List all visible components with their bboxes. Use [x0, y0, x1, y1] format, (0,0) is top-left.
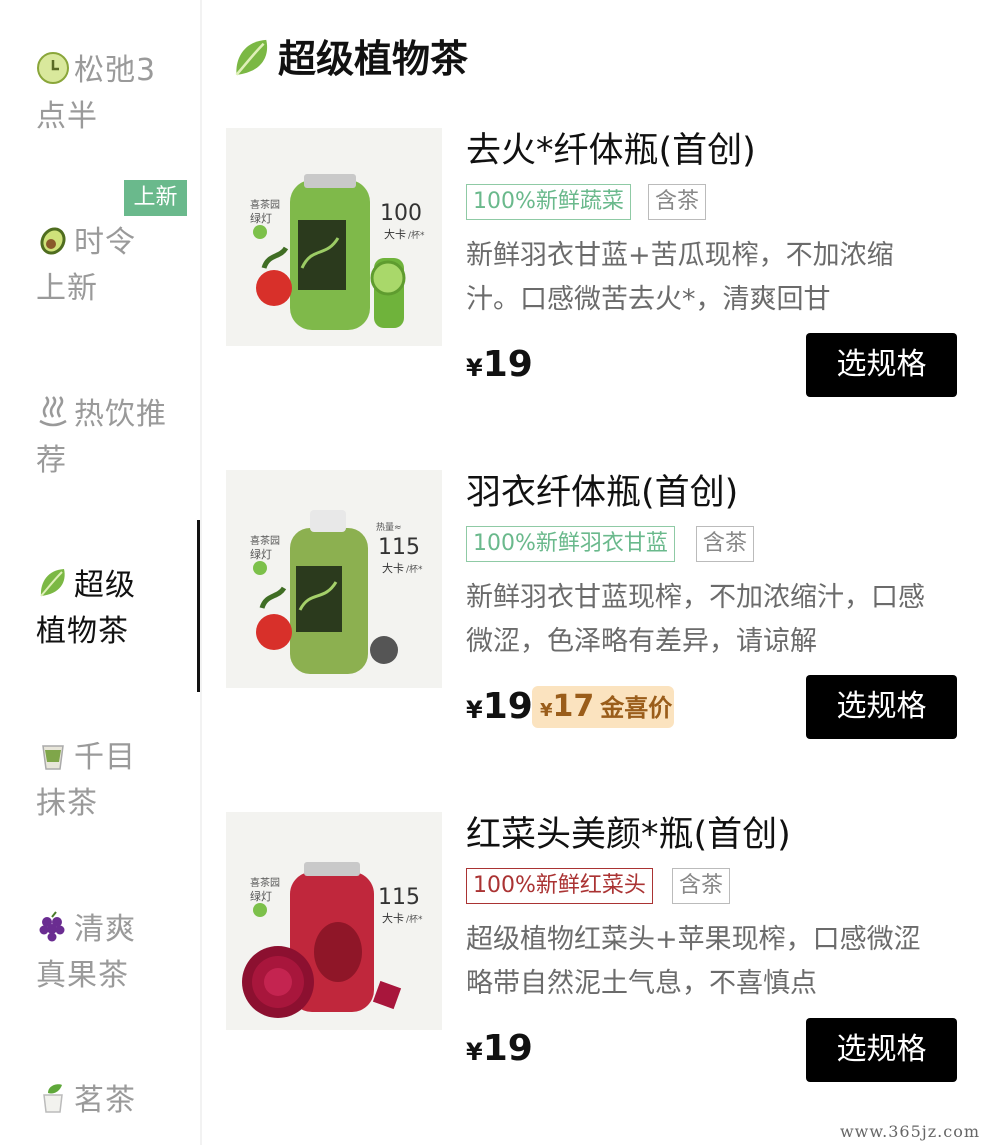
product-description-line1: 超级植物红菜头+苹果现榨，口感微涩: [466, 924, 921, 955]
sidebar-item-label-2: 点半: [36, 99, 98, 134]
product-description-line1: 新鲜羽衣甘蓝+苦瓜现榨，不加浓缩: [466, 240, 894, 271]
sidebar-item-label: 热饮推: [74, 397, 167, 432]
sidebar-item-label-2: 抹茶: [36, 786, 98, 821]
sidebar-item-seasonal[interactable]: 时令 上新: [36, 220, 186, 312]
product-description: 新鲜羽衣甘蓝现榨，不加浓缩汁，口感 微涩，色泽略有差异，请谅解: [466, 576, 966, 664]
brand-text: 喜茶园: [250, 876, 280, 889]
tea-tag: 含茶: [672, 868, 731, 904]
member-price-label: 金喜价: [600, 694, 673, 722]
sidebar-item-matcha[interactable]: 千目 抹茶: [36, 735, 186, 827]
select-spec-button[interactable]: 选规格: [806, 333, 957, 397]
product-image-art: 喜茶园 绿灯 100 大卡 /杯*: [226, 128, 442, 346]
brand-text-2: 绿灯: [250, 889, 272, 903]
kcal-per: /杯*: [408, 229, 425, 241]
currency-symbol: ¥: [466, 354, 483, 382]
kcal-unit: 大卡: [384, 227, 406, 241]
sidebar-item-relax[interactable]: 松弛3 点半: [36, 48, 186, 140]
product-image-art: 喜茶园 绿灯 115 大卡 /杯*: [226, 812, 442, 1030]
matcha-cup-icon: [36, 738, 70, 772]
product-description-line2: 微涩，色泽略有差异，请谅解: [466, 626, 817, 657]
product-image[interactable]: 喜茶园 绿灯 热量≈ 115 大卡 /杯*: [226, 470, 442, 688]
sidebar-item-label: 茗茶: [74, 1083, 136, 1118]
kcal-per: /杯*: [406, 913, 423, 925]
sidebar-item-label: 时令: [74, 225, 136, 260]
avocado-icon: [36, 223, 70, 257]
product-name: 羽衣纤体瓶(首创): [466, 473, 739, 513]
tea-leaf-icon: [36, 1081, 70, 1115]
sidebar-item-label: 松弛3: [74, 53, 157, 88]
select-spec-button[interactable]: 选规格: [806, 675, 957, 739]
clock-icon: [36, 51, 70, 85]
product-description-line1: 新鲜羽衣甘蓝现榨，不加浓缩汁，口感: [466, 582, 925, 613]
member-currency-symbol: ¥: [540, 700, 553, 721]
sidebar-item-label-2: 上新: [36, 271, 98, 306]
sidebar-item-fruit-tea[interactable]: 清爽 真果茶: [36, 907, 186, 999]
member-price-badge: ¥17 金喜价: [532, 686, 674, 728]
product-description-line2: 略带自然泥土气息，不喜慎点: [466, 968, 817, 999]
brand-text-2: 绿灯: [250, 547, 272, 561]
tea-tag: 含茶: [696, 526, 755, 562]
brand-text: 喜茶园: [250, 534, 280, 547]
sidebar-item-label-2: 真果茶: [36, 958, 129, 993]
product-price: ¥19: [466, 682, 533, 735]
active-indicator: [197, 520, 200, 692]
product-image-art: 喜茶园 绿灯 热量≈ 115 大卡 /杯*: [226, 470, 442, 688]
product-description: 新鲜羽衣甘蓝+苦瓜现榨，不加浓缩 汁。口感微苦去火*，清爽回甘: [466, 234, 966, 322]
new-badge: 上新: [124, 180, 187, 216]
product-description-line2: 汁。口感微苦去火*，清爽回甘: [466, 284, 831, 315]
product-name: 红菜头美颜*瓶(首创): [466, 815, 791, 855]
product-image[interactable]: 喜茶园 绿灯 115 大卡 /杯*: [226, 812, 442, 1030]
kcal-unit: 大卡: [382, 561, 404, 575]
kcal-number: 115: [378, 535, 420, 560]
sidebar-item-label-2: 植物茶: [36, 614, 129, 649]
product-name: 去火*纤体瓶(首创): [466, 131, 756, 171]
kcal-per: /杯*: [406, 563, 423, 575]
sidebar-item-label: 超级: [74, 568, 136, 603]
product-price: ¥19: [466, 1024, 533, 1077]
leafy-green-icon: [230, 36, 274, 80]
price-value: 19: [482, 344, 533, 385]
ingredient-tag: 100%新鲜红菜头: [466, 868, 653, 904]
sidebar-item-label: 清爽: [74, 912, 136, 947]
sidebar-item-hot-drinks[interactable]: 热饮推 荐: [36, 392, 186, 484]
member-price-value: 17: [552, 689, 595, 724]
category-sidebar: 松弛3 点半 上新 时令 上新 热饮推 荐 超级 植物茶 千目 抹茶 清爽 真果…: [0, 0, 202, 1145]
kcal-unit: 大卡: [382, 911, 404, 925]
kcal-head: 热量≈: [376, 521, 402, 533]
kcal-number: 115: [378, 885, 420, 910]
price-value: 19: [482, 686, 533, 727]
section-title: 超级植物茶: [230, 32, 468, 86]
ingredient-tag: 100%新鲜羽衣甘蓝: [466, 526, 675, 562]
brand-text-2: 绿灯: [250, 211, 272, 225]
sidebar-item-famous-tea[interactable]: 茗茶: [36, 1078, 186, 1124]
leafy-green-icon: [36, 566, 70, 600]
section-title-text: 超级植物茶: [278, 37, 469, 81]
sidebar-item-label: 千目: [74, 740, 136, 775]
sidebar-item-label-2: 荐: [36, 443, 67, 478]
kcal-number: 100: [380, 201, 422, 226]
currency-symbol: ¥: [466, 1038, 483, 1066]
product-description: 超级植物红菜头+苹果现榨，口感微涩 略带自然泥土气息，不喜慎点: [466, 918, 966, 1006]
hot-springs-icon: [36, 395, 70, 429]
sidebar-item-super-plant-tea[interactable]: 超级 植物茶: [36, 563, 186, 655]
watermark: www.365jz.com: [839, 1122, 980, 1141]
currency-symbol: ¥: [466, 696, 483, 724]
select-spec-button[interactable]: 选规格: [806, 1018, 957, 1082]
tea-tag: 含茶: [648, 184, 707, 220]
ingredient-tag: 100%新鲜蔬菜: [466, 184, 631, 220]
product-image[interactable]: 喜茶园 绿灯 100 大卡 /杯*: [226, 128, 442, 346]
grapes-icon: [36, 910, 70, 944]
product-price: ¥19: [466, 340, 533, 393]
brand-text: 喜茶园: [250, 198, 280, 211]
price-value: 19: [482, 1028, 533, 1069]
